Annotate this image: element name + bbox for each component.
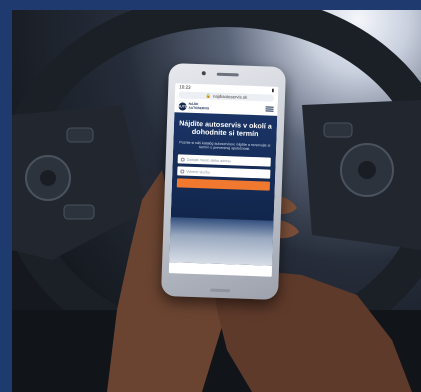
service-select[interactable]: Vyberte službu — [177, 166, 271, 179]
speaker-icon — [216, 72, 239, 76]
logo-text-line-2: AUTOSERVIS — [188, 105, 210, 110]
url-text: najdiautoservis.sk — [212, 93, 248, 100]
smartphone: 10:23 ▮ 🔒 najdiautoservis.sk AUTO NÁJDI … — [160, 63, 287, 300]
hero-section: Nájdite autoservis v okolí a dohodnite s… — [169, 112, 278, 266]
site-logo[interactable]: AUTO NÁJDI AUTOSERVIS — [178, 102, 209, 111]
hero-title: Nájdite autoservis v okolí a dohodnite s… — [179, 118, 272, 139]
logo-text: NÁJDI AUTOSERVIS — [188, 102, 210, 111]
location-placeholder: Zadajte mesto alebo adresu — [186, 157, 232, 163]
left-dpad-center-icon — [40, 170, 56, 186]
status-time: 10:23 — [179, 84, 191, 90]
location-input[interactable]: Zadajte mesto alebo adresu — [177, 154, 271, 167]
service-placeholder: Vyberte službu — [186, 169, 211, 175]
battery-icon: ▮ — [271, 87, 275, 93]
hero-car-image — [169, 217, 274, 266]
left-button-2-icon — [63, 204, 95, 220]
home-button-icon — [209, 288, 230, 293]
wrench-icon — [180, 168, 185, 174]
lock-icon: 🔒 — [205, 92, 212, 99]
car-interior-photo: 10:23 ▮ 🔒 najdiautoservis.sk AUTO NÁJDI … — [12, 10, 421, 392]
location-icon — [180, 156, 185, 162]
left-button-icon — [66, 127, 94, 143]
right-dpad-center-icon — [358, 161, 376, 179]
logo-mark: AUTO — [177, 101, 188, 111]
right-button-icon — [323, 122, 353, 138]
photo-scene: 10:23 ▮ 🔒 najdiautoservis.sk AUTO NÁJDI … — [0, 0, 421, 392]
hero-subtitle: Pozrite si náš katalóg autoservisov, náj… — [179, 140, 271, 152]
hamburger-menu-icon[interactable] — [265, 106, 274, 113]
phone-screen: 10:23 ▮ 🔒 najdiautoservis.sk AUTO NÁJDI … — [168, 83, 279, 277]
camera-icon — [201, 71, 206, 76]
search-button[interactable] — [176, 178, 271, 191]
